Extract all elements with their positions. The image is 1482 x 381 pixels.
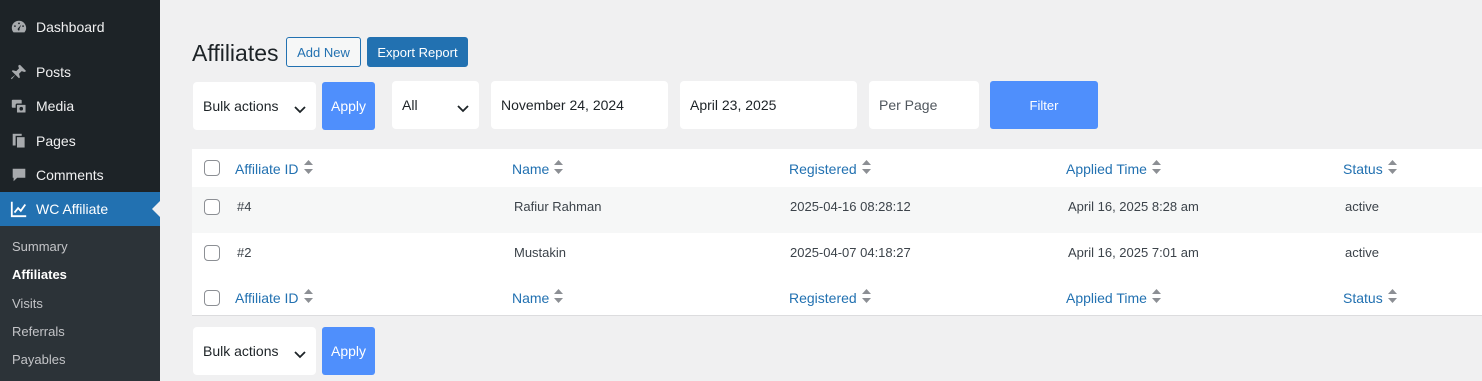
column-footer-name[interactable]: Name bbox=[512, 289, 564, 306]
bulk-actions-select[interactable]: Bulk actions bbox=[193, 82, 316, 130]
sort-icon bbox=[1151, 160, 1161, 177]
column-header-registered[interactable]: Registered bbox=[789, 160, 871, 177]
menu-label-dashboard: Dashboard bbox=[36, 19, 105, 35]
menu-item-wc-affiliate[interactable]: WC Affiliate bbox=[0, 192, 160, 226]
export-report-button[interactable]: Export Report bbox=[367, 37, 468, 67]
column-header-applied-time[interactable]: Applied Time bbox=[1066, 160, 1161, 177]
column-header-name[interactable]: Name bbox=[512, 160, 564, 177]
column-footer-applied-time[interactable]: Applied Time bbox=[1066, 289, 1161, 306]
media-icon bbox=[0, 89, 36, 123]
column-footer-affiliate-id[interactable]: Affiliate ID bbox=[235, 289, 313, 306]
apply-button-bottom[interactable]: Apply bbox=[322, 327, 375, 375]
submenu-item-summary[interactable]: Summary bbox=[12, 239, 68, 254]
menu-item-posts[interactable]: Posts bbox=[0, 55, 160, 89]
menu-label-wc-affiliate: WC Affiliate bbox=[36, 201, 109, 217]
sort-icon bbox=[1387, 160, 1397, 177]
pushpin-icon bbox=[0, 55, 36, 89]
sort-icon bbox=[1387, 289, 1397, 306]
bulk-actions-select-bottom[interactable]: Bulk actions bbox=[193, 327, 316, 375]
date-to-value: April 23, 2025 bbox=[690, 97, 777, 113]
menu-item-comments[interactable]: Comments bbox=[0, 158, 160, 192]
submenu-wc-affiliate: Summary Affiliates Visits Referrals Paya… bbox=[0, 226, 160, 381]
table-row: #2 Mustakin 2025-04-07 04:18:27 April 16… bbox=[192, 233, 1482, 279]
chart-line-icon bbox=[0, 192, 36, 226]
date-from-field[interactable]: November 24, 2024 bbox=[491, 81, 668, 129]
sort-icon bbox=[861, 289, 871, 306]
menu-item-dashboard[interactable]: Dashboard bbox=[0, 10, 160, 44]
column-label: Status bbox=[1343, 289, 1383, 306]
menu-item-pages[interactable]: Pages bbox=[0, 124, 160, 158]
cell-registered: 2025-04-16 08:28:12 bbox=[790, 199, 911, 214]
per-page-input[interactable]: Per Page bbox=[869, 81, 979, 129]
select-all-checkbox-footer[interactable] bbox=[204, 290, 220, 306]
column-label: Status bbox=[1343, 160, 1383, 177]
cell-affiliate-id: #2 bbox=[237, 245, 252, 260]
status-select[interactable]: All bbox=[392, 81, 479, 129]
date-to-field[interactable]: April 23, 2025 bbox=[680, 81, 857, 129]
menu-label-comments: Comments bbox=[36, 167, 104, 183]
page-title: Affiliates bbox=[192, 40, 279, 66]
chevron-down-icon bbox=[457, 100, 469, 116]
sort-icon bbox=[554, 160, 564, 177]
chevron-down-icon bbox=[294, 101, 306, 117]
cell-name: Mustakin bbox=[514, 245, 567, 260]
menu-item-media[interactable]: Media bbox=[0, 89, 160, 123]
table-footer-row: Affiliate ID Name Registered Applied Tim… bbox=[192, 278, 1482, 324]
menu-label-pages: Pages bbox=[36, 133, 76, 149]
status-select-value: All bbox=[402, 97, 418, 113]
filter-button[interactable]: Filter bbox=[990, 81, 1098, 129]
column-footer-status[interactable]: Status bbox=[1343, 289, 1397, 306]
cell-affiliate-id: #4 bbox=[237, 199, 252, 214]
submenu-item-visits[interactable]: Visits bbox=[12, 296, 43, 311]
column-label: Name bbox=[512, 289, 550, 306]
row-checkbox[interactable] bbox=[204, 199, 220, 215]
menu-label-posts: Posts bbox=[36, 64, 72, 80]
comment-icon bbox=[0, 158, 36, 192]
dashboard-icon bbox=[0, 10, 36, 44]
cell-applied-time: April 16, 2025 7:01 am bbox=[1068, 245, 1199, 260]
row-checkbox[interactable] bbox=[204, 245, 220, 261]
submenu-item-payables[interactable]: Payables bbox=[12, 352, 65, 367]
bulk-actions-value: Bulk actions bbox=[203, 98, 279, 114]
per-page-placeholder: Per Page bbox=[879, 97, 938, 113]
sort-icon bbox=[554, 289, 564, 306]
apply-button[interactable]: Apply bbox=[322, 82, 375, 130]
admin-sidebar: Dashboard Posts Media Pages Comments WC … bbox=[0, 0, 160, 381]
column-label: Applied Time bbox=[1066, 289, 1147, 306]
column-label: Applied Time bbox=[1066, 160, 1147, 177]
cell-applied-time: April 16, 2025 8:28 am bbox=[1068, 199, 1199, 214]
chevron-down-icon bbox=[294, 346, 306, 362]
sort-icon bbox=[303, 289, 313, 306]
sort-icon bbox=[303, 160, 313, 177]
submenu-item-referrals[interactable]: Referrals bbox=[12, 324, 65, 339]
column-header-affiliate-id[interactable]: Affiliate ID bbox=[235, 160, 313, 177]
cell-status: active bbox=[1345, 245, 1379, 260]
submenu-item-affiliates[interactable]: Affiliates bbox=[12, 267, 67, 282]
menu-label-media: Media bbox=[36, 98, 75, 114]
sort-icon bbox=[1151, 289, 1161, 306]
column-label: Affiliate ID bbox=[235, 160, 299, 177]
add-new-button[interactable]: Add New bbox=[286, 37, 361, 67]
column-label: Name bbox=[512, 160, 550, 177]
affiliates-table: Affiliate ID Name Registered Applied Tim… bbox=[192, 149, 1482, 316]
column-footer-registered[interactable]: Registered bbox=[789, 289, 871, 306]
column-label: Registered bbox=[789, 289, 857, 306]
cell-name: Rafiur Rahman bbox=[514, 199, 602, 214]
cell-registered: 2025-04-07 04:18:27 bbox=[790, 245, 911, 260]
bulk-actions-value: Bulk actions bbox=[203, 343, 279, 359]
column-header-status[interactable]: Status bbox=[1343, 160, 1397, 177]
select-all-checkbox[interactable] bbox=[204, 160, 220, 176]
pages-icon bbox=[0, 124, 36, 158]
table-row: #4 Rafiur Rahman 2025-04-16 08:28:12 Apr… bbox=[192, 187, 1482, 233]
column-label: Registered bbox=[789, 160, 857, 177]
date-from-value: November 24, 2024 bbox=[501, 97, 624, 113]
sort-icon bbox=[861, 160, 871, 177]
column-label: Affiliate ID bbox=[235, 289, 299, 306]
cell-status: active bbox=[1345, 199, 1379, 214]
